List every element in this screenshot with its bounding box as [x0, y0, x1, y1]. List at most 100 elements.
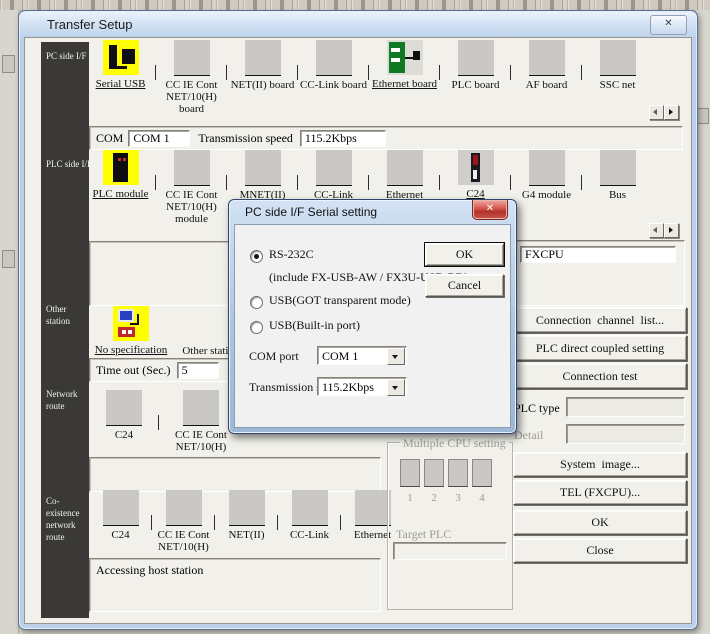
device-label: NET(II) board [231, 79, 295, 91]
detail-label: Detail [514, 428, 543, 443]
background-left-edge [0, 10, 19, 634]
rs232c-radio[interactable] [250, 250, 263, 263]
device-label: Ethernet [354, 529, 391, 541]
rs232c-radio-label[interactable]: RS-232C [269, 247, 314, 262]
dialog-close-button[interactable]: ✕ [472, 200, 508, 220]
device-label: AF board [526, 79, 568, 91]
usb-got-radio-label[interactable]: USB(GOT transparent mode) [269, 293, 411, 308]
com-settings-bar: COM COM 1 Transmission speed 115.2Kbps [89, 126, 683, 150]
network-route-display-box [89, 457, 381, 492]
device-label: NET(II) [228, 529, 264, 541]
device-bus[interactable]: Bus [582, 150, 653, 225]
com-port-label: COM port [249, 349, 299, 364]
device-no-specification[interactable]: No specification [89, 306, 173, 357]
device-ethernet-board[interactable]: Ethernet board [369, 40, 440, 115]
device-label: Bus [609, 189, 626, 201]
device-label: CC IE Cont NET/10(H) module [156, 189, 227, 225]
device-label: PLC module [93, 188, 149, 200]
com-port-value: COM 1 [322, 349, 358, 364]
device-label: SSC net [600, 79, 636, 91]
background-fragment [697, 108, 709, 124]
device-plc-module[interactable]: PLC module [85, 150, 156, 225]
device-af-board[interactable]: AF board [511, 40, 582, 115]
tel-fxcpu-button[interactable]: TEL (FXCPU)... [513, 480, 687, 505]
plc-direct-coupled-button[interactable]: PLC direct coupled setting [513, 335, 687, 361]
device-cc-link-board[interactable]: CC-Link board [298, 40, 369, 115]
background-fragment [2, 250, 15, 268]
transmission-speed-select[interactable]: 115.2Kbps [317, 377, 407, 396]
device-net2[interactable]: NET(II) [215, 490, 278, 553]
cc-link-icon [292, 490, 328, 526]
host-station-status-text: Accessing host station [96, 563, 203, 578]
window-titlebar[interactable]: Transfer Setup ✕ [20, 12, 696, 37]
pc-side-scroll-right-button[interactable] [664, 105, 679, 120]
usb-builtin-radio[interactable] [250, 321, 263, 334]
target-plc-field [393, 542, 507, 560]
dialog-cancel-button[interactable]: Cancel [425, 274, 504, 297]
c24-icon [103, 490, 139, 526]
connection-channel-list-button[interactable]: Connection channel list... [513, 307, 687, 333]
connection-test-button[interactable]: Connection test [513, 363, 687, 389]
other-station-section-label: Other station [46, 303, 92, 327]
close-button[interactable]: Close [513, 538, 687, 563]
device-g4-module[interactable]: G4 module [511, 150, 582, 225]
plc-side-scroll-right-button[interactable] [664, 223, 679, 238]
net2-icon [229, 490, 265, 526]
cpu-slot-box [400, 459, 420, 487]
dialog-title[interactable]: PC side I/F Serial setting [245, 205, 377, 219]
timeout-field[interactable]: 5 [177, 362, 219, 379]
device-label: PLC board [452, 79, 500, 91]
multiple-cpu-legend: Multiple CPU setting [400, 436, 509, 451]
device-ssc-net[interactable]: SSC net [582, 40, 653, 115]
transmission-speed-value: 115.2Kbps [322, 380, 374, 395]
serial-setting-dialog: PC side I/F Serial setting ✕ RS-232C (in… [228, 199, 517, 434]
system-image-button[interactable]: System image... [513, 452, 687, 477]
device-label: CC IE Cont NET/10(H) board [156, 79, 227, 115]
plc-type-label: PLC type [514, 401, 560, 416]
device-cc-ie-cont[interactable]: CC IE Cont NET/10(H) [152, 490, 215, 553]
device-cc-ie-cont-module[interactable]: CC IE Cont NET/10(H) module [156, 150, 227, 225]
device-cc-ie-cont-board[interactable]: CC IE Cont NET/10(H) board [156, 40, 227, 115]
chevron-down-icon[interactable] [387, 379, 405, 396]
timeout-label: Time out (Sec.) [96, 363, 171, 378]
pc-side-device-row: Serial USB CC IE Cont NET/10(H) board NE… [85, 40, 653, 115]
usb-builtin-radio-label[interactable]: USB(Built-in port) [269, 318, 360, 333]
section-sidebar: PC side I/F PLC side I/F Other station N… [41, 42, 89, 618]
cpu-slot: 2 [424, 459, 444, 504]
usb-got-radio[interactable] [250, 296, 263, 309]
device-c24[interactable]: C24 [89, 490, 152, 553]
ok-button[interactable]: OK [513, 510, 687, 535]
pc-side-scroll-left-button[interactable] [649, 105, 664, 120]
dialog-body: RS-232C (include FX-USB-AW / FX3U-USB-BD… [234, 224, 511, 428]
window-close-button[interactable]: ✕ [650, 15, 687, 35]
speed-label: Transmission speed [198, 131, 293, 146]
screen: Transfer Setup ✕ PC side I/F PLC side I/… [0, 0, 710, 634]
mnet2-module-icon [245, 150, 281, 186]
cpu-type-field[interactable]: FXCPU [520, 246, 676, 263]
cpu-slot-number: 4 [479, 492, 485, 504]
com-port-select[interactable]: COM 1 [317, 346, 407, 365]
c24-serial-icon [458, 150, 494, 185]
dialog-ok-button[interactable]: OK [425, 243, 504, 266]
ethernet-board-icon [387, 40, 423, 75]
plc-side-scroll-left-button[interactable] [649, 223, 664, 238]
device-serial-usb[interactable]: Serial USB [85, 40, 156, 115]
cpu-type-box: FXCPU [513, 240, 685, 306]
device-cc-link[interactable]: CC-Link [278, 490, 341, 553]
host-station-status-box: Accessing host station [89, 558, 381, 612]
device-net2-board[interactable]: NET(II) board [227, 40, 298, 115]
detail-field [566, 424, 685, 444]
cc-link-module-icon [316, 150, 352, 186]
cpu-slot: 1 [400, 459, 420, 504]
device-label: CC IE Cont NET/10(H) [152, 529, 215, 553]
device-plc-board[interactable]: PLC board [440, 40, 511, 115]
bus-icon [600, 150, 636, 186]
chevron-down-icon[interactable] [387, 348, 405, 365]
com-value-field: COM 1 [128, 130, 190, 147]
plc-board-icon [458, 40, 494, 76]
device-label: CC-Link [290, 529, 329, 541]
coexistence-section-label: Co-existence network route [46, 495, 92, 543]
device-c24[interactable]: C24 [89, 390, 159, 453]
cpu-slot-number: 1 [407, 492, 413, 504]
plc-module-icon [103, 150, 139, 185]
